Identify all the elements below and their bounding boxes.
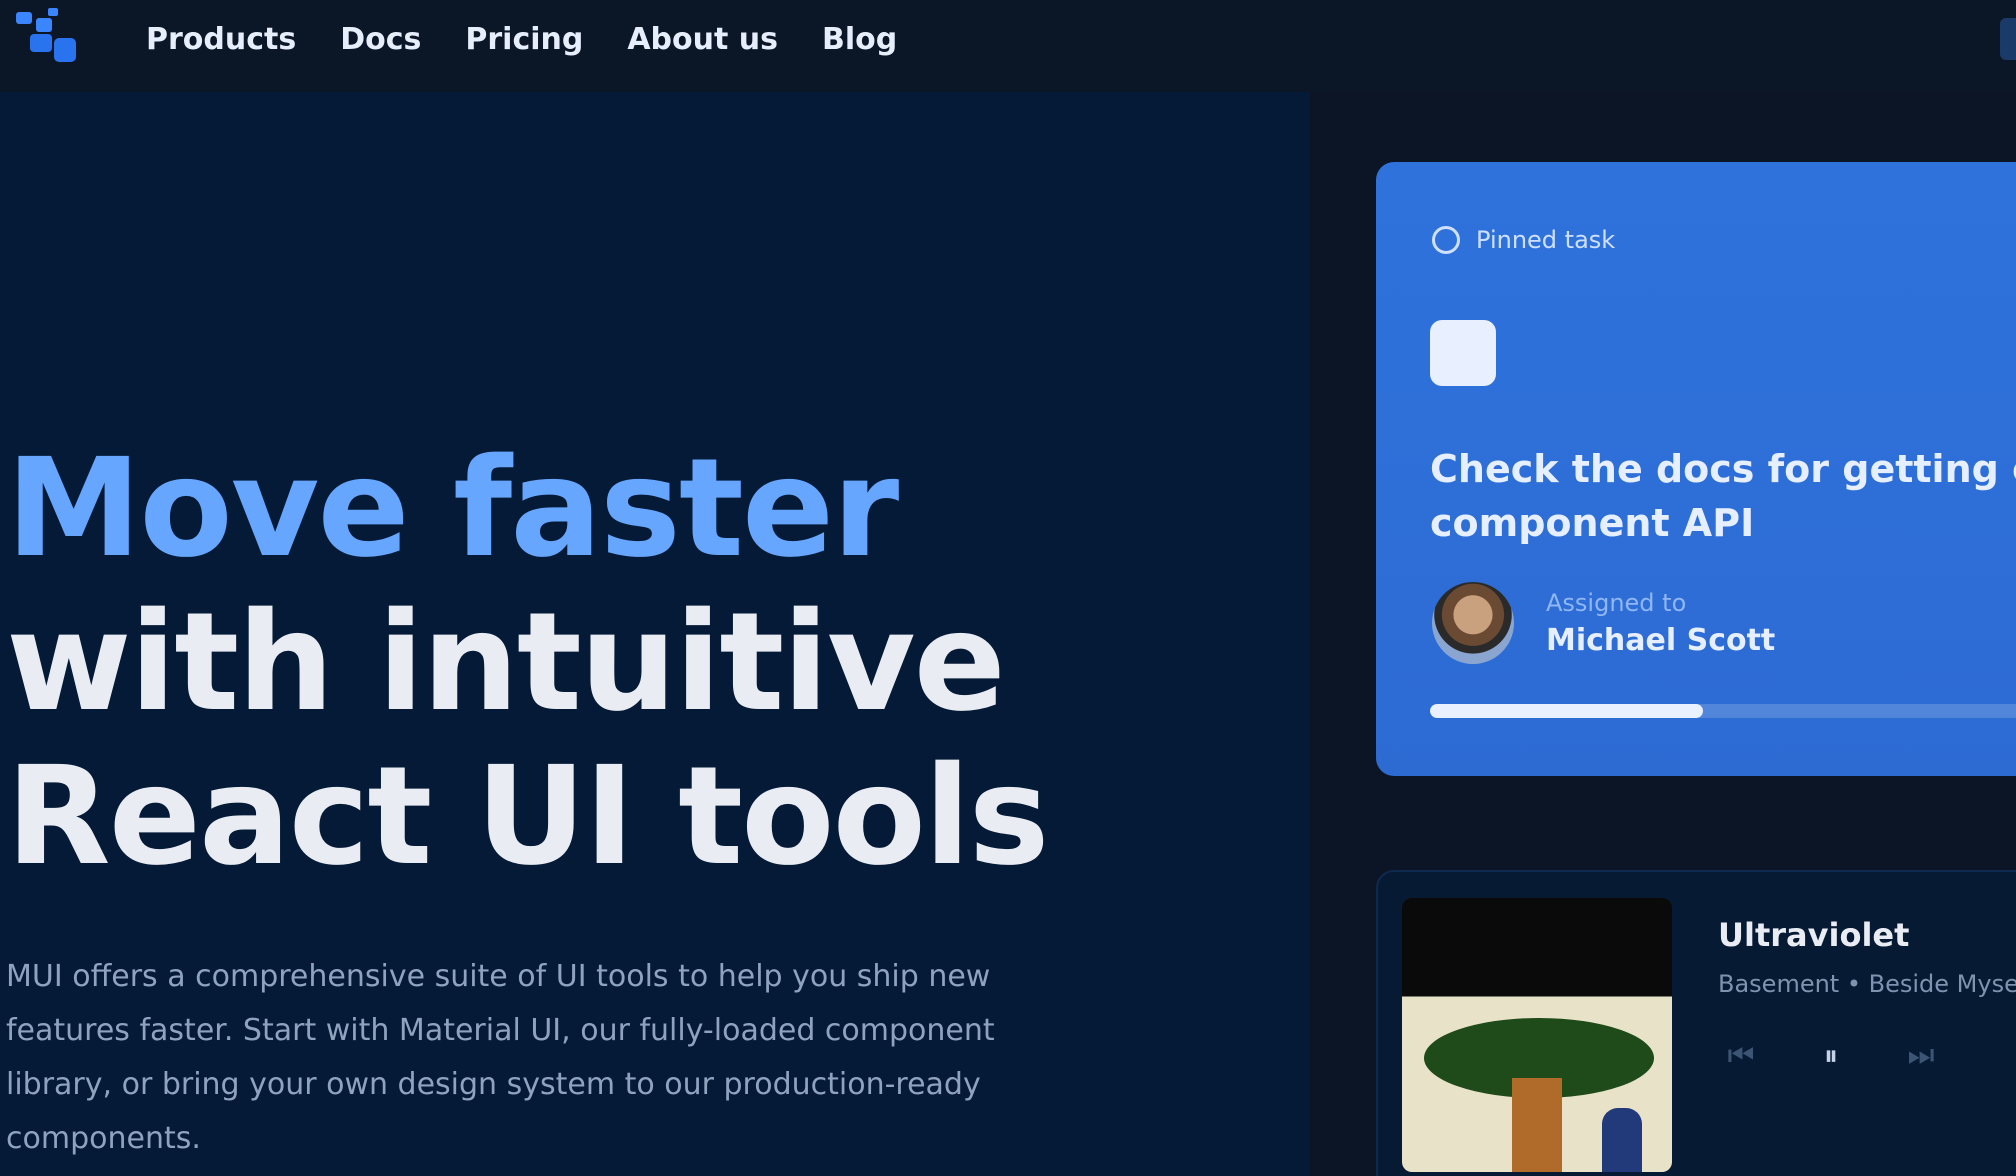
nav-link-docs[interactable]: Docs — [340, 22, 421, 57]
next-track-icon[interactable]: ⏭ — [1898, 1038, 1944, 1073]
hero-title-line-1: Move faster — [6, 430, 899, 588]
task-card-text-line-2: component API — [1430, 501, 1755, 545]
task-card[interactable]: Pinned task Check the docs for getting e… — [1376, 162, 2016, 776]
track-title: Ultraviolet — [1718, 916, 1910, 954]
nav-link-pricing[interactable]: Pricing — [465, 22, 583, 57]
avatar — [1432, 582, 1514, 664]
nav-link-products[interactable]: Products — [146, 22, 296, 57]
hero-title: Move faster with intuitive React UI tool… — [6, 430, 1050, 896]
assignee-label: Assigned to — [1546, 588, 1687, 617]
album-art — [1402, 898, 1672, 1172]
top-navigation: Products Docs Pricing About us Blog — [0, 0, 2016, 92]
landing-page: Products Docs Pricing About us Blog Move… — [0, 0, 2016, 1176]
assignee: Assigned to Michael Scott — [1432, 582, 1775, 664]
previous-track-icon[interactable]: ⏮ — [1718, 1038, 1764, 1073]
task-card-header-label: Pinned task — [1476, 226, 1616, 254]
task-progress-fill — [1430, 704, 1703, 718]
player-controls: ⏮ ⏸ ⏭ — [1718, 1038, 1944, 1073]
nav-link-about-us[interactable]: About us — [627, 22, 778, 57]
assignee-name: Michael Scott — [1546, 622, 1776, 658]
music-player-card: Ultraviolet Basement • Beside Myself ⏮ ⏸… — [1376, 870, 2016, 1176]
showcase-column: Pinned task Check the docs for getting e… — [1310, 92, 2016, 1176]
nav-right-button[interactable] — [2000, 18, 2016, 60]
album-art-figure — [1602, 1108, 1642, 1172]
album-art-trunk — [1512, 1078, 1562, 1172]
nav-link-blog[interactable]: Blog — [822, 22, 897, 57]
pin-icon — [1432, 226, 1460, 254]
hero-title-line-3: React UI tools — [6, 738, 1050, 896]
nav-links: Products Docs Pricing About us Blog — [146, 0, 941, 78]
assignee-text: Assigned to Michael Scott — [1546, 589, 1775, 658]
hero-title-line-2: with intuitive — [6, 584, 1006, 742]
pause-icon[interactable]: ⏸ — [1808, 1039, 1854, 1073]
task-card-text: Check the docs for getting every compone… — [1430, 442, 2016, 550]
track-subtitle: Basement • Beside Myself — [1718, 970, 2016, 998]
hero-section: Move faster with intuitive React UI tool… — [0, 92, 1310, 1176]
task-app-icon — [1430, 320, 1496, 386]
mui-logo-icon[interactable] — [10, 4, 88, 70]
task-progress-bar — [1430, 704, 2016, 718]
task-card-header: Pinned task — [1432, 226, 1615, 254]
hero-description: MUI offers a comprehensive suite of UI t… — [6, 959, 995, 1156]
task-card-text-line-1: Check the docs for getting every — [1430, 447, 2016, 491]
